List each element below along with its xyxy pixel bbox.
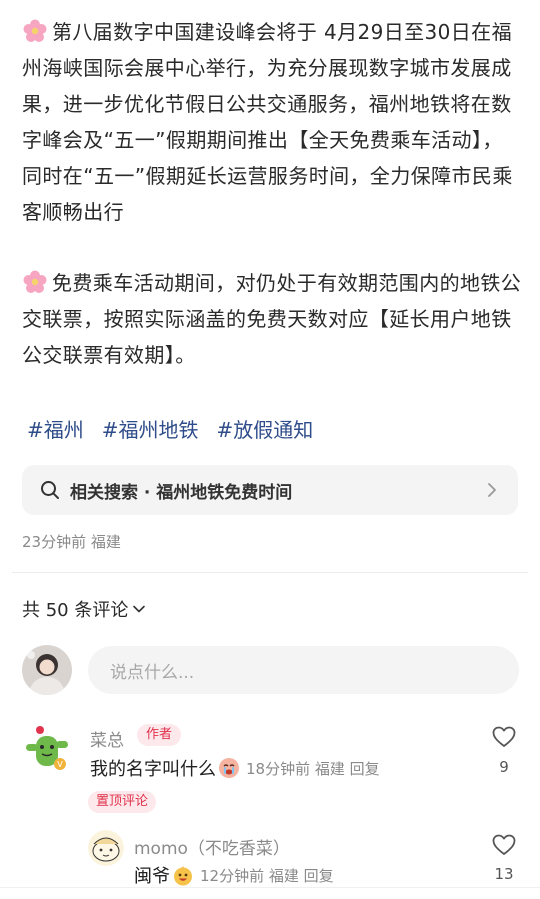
- flower-emoji-icon: [23, 270, 47, 293]
- comment-input[interactable]: 说点什么...: [88, 646, 519, 694]
- like-count: 9: [499, 758, 509, 776]
- crying-emoji-icon: [219, 758, 239, 778]
- post-meta: 23分钟前 福建: [22, 533, 121, 551]
- svg-text:V: V: [57, 760, 63, 769]
- author-badge: 作者: [137, 724, 182, 746]
- related-search-bar[interactable]: 相关搜索 · 福州地铁免费时间: [22, 465, 518, 515]
- chevron-right-icon: [488, 483, 496, 497]
- reply-commenter-name[interactable]: momo（不吃香菜）: [134, 834, 290, 859]
- bottom-divider: [0, 887, 540, 888]
- cactus-avatar-icon: V: [22, 722, 72, 772]
- comment-body: 我的名字叫什么: [90, 759, 216, 780]
- reply-meta: 12分钟前 福建 回复: [200, 866, 334, 885]
- tag-list: #福州 #福州地铁 #放假通知: [27, 414, 313, 446]
- reply-avatar[interactable]: [88, 830, 124, 866]
- comment-meta: 18分钟前 福建 回复: [246, 759, 380, 778]
- search-icon: [41, 481, 59, 499]
- reply-text: 闽爷 12分钟前 福建 回复: [134, 862, 334, 888]
- user-photo-icon: [22, 645, 72, 695]
- post-body: 第八届数字中国建设峰会将于 4月29日至30日在福州海峡国际会展中心举行，为充分…: [22, 14, 522, 373]
- grinning-emoji-icon: [174, 866, 192, 886]
- tag-fuzhou-metro[interactable]: #福州地铁: [102, 414, 199, 446]
- current-user-avatar[interactable]: [22, 645, 72, 695]
- comment-count-toggle[interactable]: 共 50 条评论: [22, 596, 146, 622]
- reply-body: 闽爷: [134, 866, 170, 887]
- comment-text: 我的名字叫什么 18分钟前 福建 回复: [90, 755, 380, 781]
- comment-count-label: 共 50 条评论: [22, 600, 129, 621]
- cartoon-avatar-icon: [88, 830, 124, 866]
- tag-holiday-notice[interactable]: #放假通知: [217, 414, 314, 446]
- post-paragraph-2-text: 免费乘车活动期间，对仍处于有效期范围内的地铁公交联票，按照实际涵盖的免费天数对应…: [22, 271, 522, 367]
- pinned-badge: 置顶评论: [88, 791, 157, 813]
- like-heart-icon[interactable]: [491, 832, 517, 858]
- reply-like-count: 13: [494, 865, 514, 883]
- divider: [12, 572, 528, 573]
- chevron-down-icon: [133, 605, 146, 613]
- commenter-name[interactable]: 菜总: [90, 726, 124, 751]
- post-paragraph-1: 第八届数字中国建设峰会将于 4月29日至30日在福州海峡国际会展中心举行，为充分…: [22, 14, 522, 230]
- tag-fuzhou[interactable]: #福州: [27, 414, 84, 446]
- like-heart-icon[interactable]: [491, 724, 517, 750]
- comment-input-placeholder: 说点什么...: [110, 662, 195, 683]
- flower-emoji-icon: [23, 19, 47, 42]
- post-paragraph-2: 免费乘车活动期间，对仍处于有效期范围内的地铁公交联票，按照实际涵盖的免费天数对应…: [22, 265, 522, 373]
- post-paragraph-1-text: 第八届数字中国建设峰会将于 4月29日至30日在福州海峡国际会展中心举行，为充分…: [22, 20, 513, 224]
- related-search-label: 相关搜索 · 福州地铁免费时间: [70, 482, 293, 503]
- commenter-avatar[interactable]: V: [22, 722, 72, 772]
